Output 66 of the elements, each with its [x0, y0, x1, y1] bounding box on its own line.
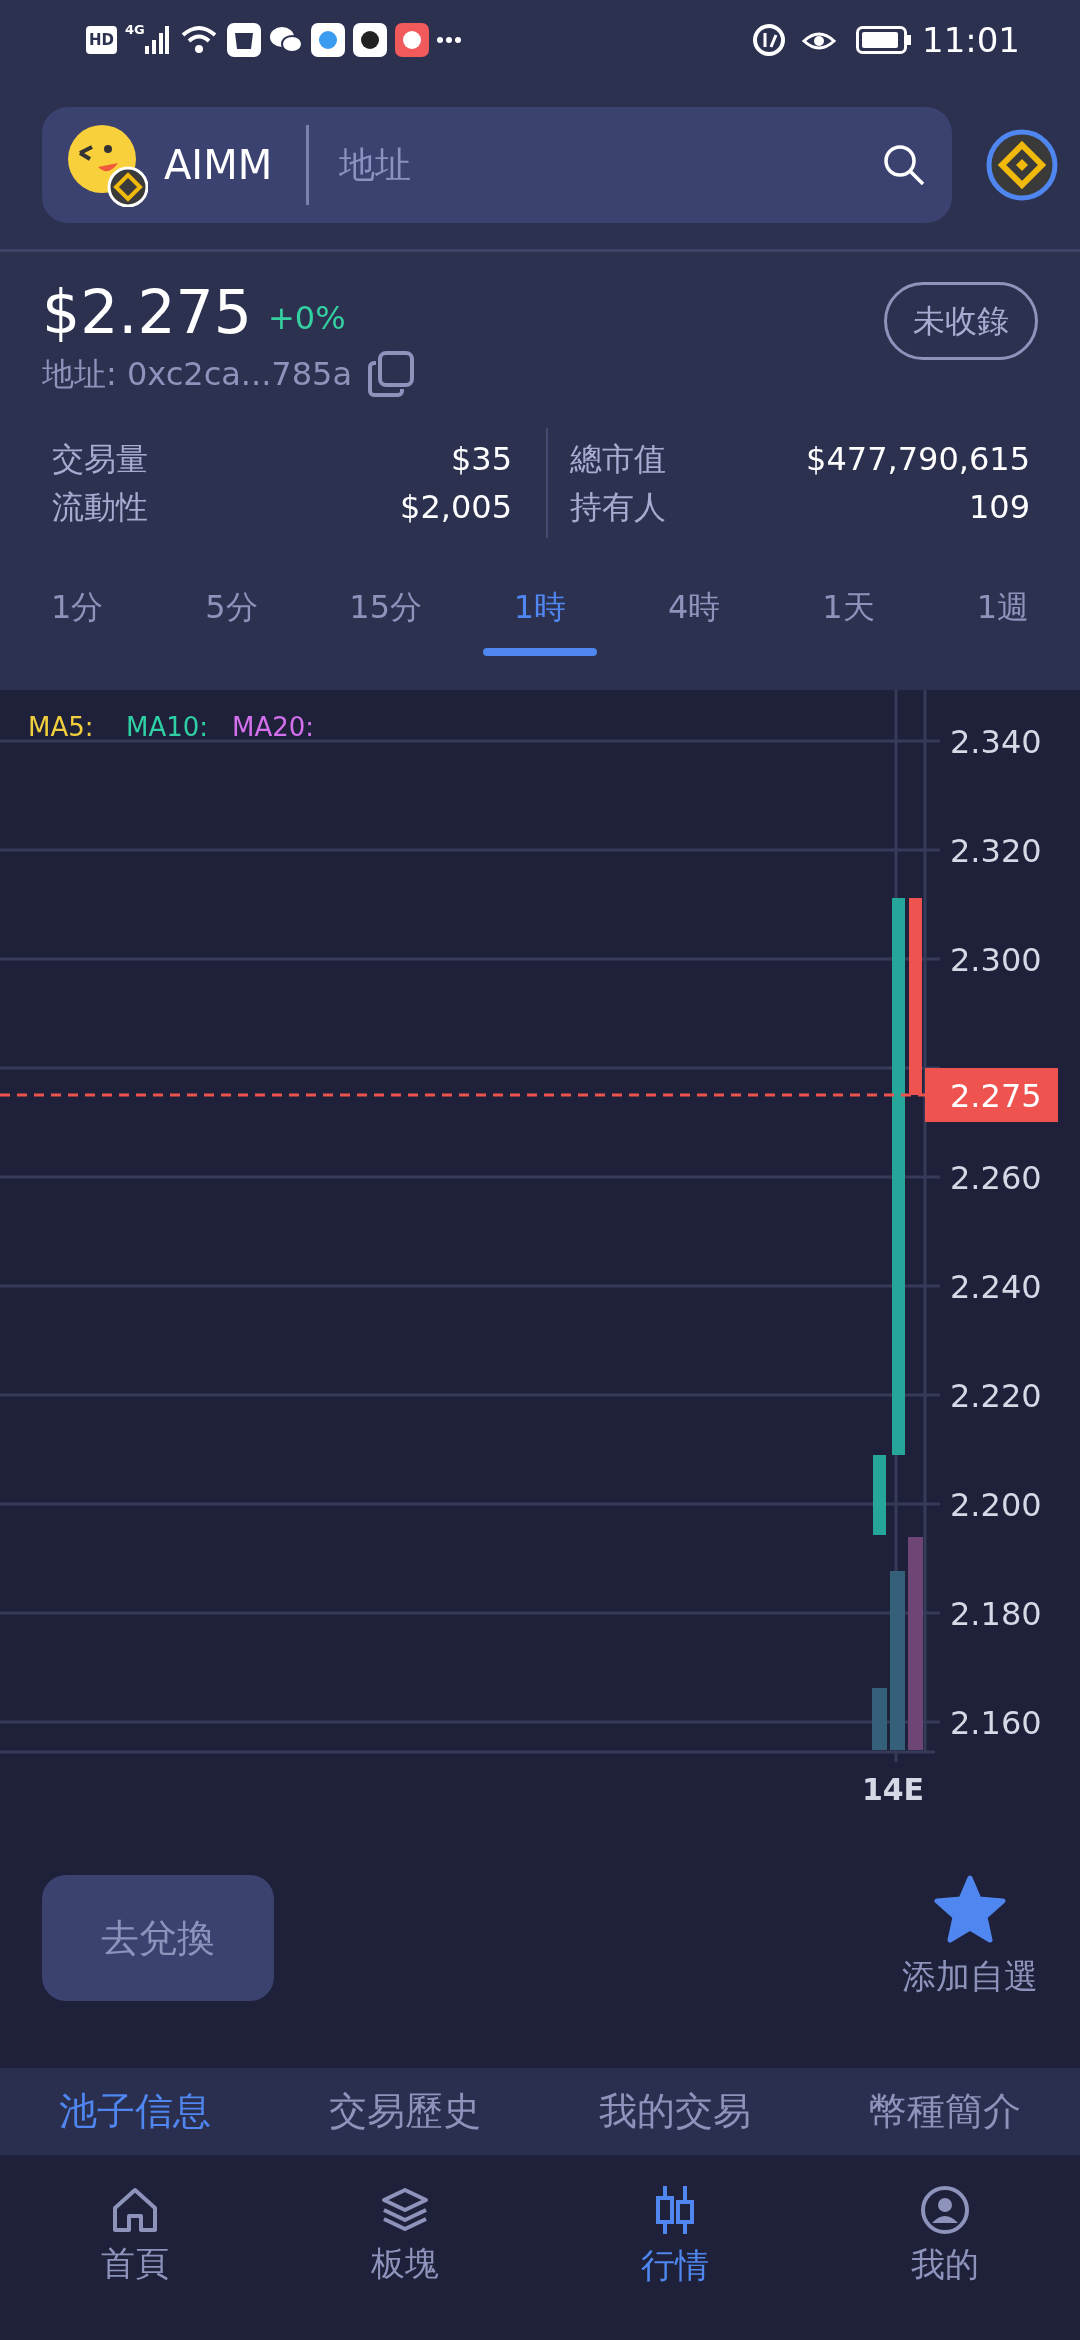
user-icon: [920, 2185, 970, 2235]
data-saver-icon: [752, 23, 786, 57]
price-change: +0%: [267, 298, 346, 339]
interval-tab[interactable]: 1天: [788, 558, 909, 656]
token-name: AIMM: [164, 140, 273, 190]
nav-tab[interactable]: 首頁: [50, 2186, 220, 2289]
app-icon: [310, 23, 345, 57]
stat-value: $35: [450, 439, 512, 480]
app-icon: [394, 23, 429, 57]
moving-average-legend: MA10:: [126, 712, 209, 742]
star-icon: [933, 1875, 1007, 1943]
nav-tab[interactable]: 板塊: [320, 2186, 490, 2289]
unlisted-button[interactable]: 未收錄: [884, 282, 1038, 360]
price-axis-label: 2.300: [950, 941, 1042, 979]
stat-label: 總市值: [570, 439, 666, 480]
price-axis-label: 2.220: [950, 1377, 1042, 1415]
layers-icon: [380, 2186, 430, 2234]
home-icon: [110, 2186, 160, 2234]
nav-tab[interactable]: 行情: [590, 2184, 760, 2291]
interval-tab[interactable]: 15分: [325, 558, 446, 656]
chain-logo-icon[interactable]: [986, 128, 1058, 201]
hd-indicator: HD: [86, 25, 117, 55]
stat-value: 109: [968, 487, 1030, 528]
price-axis-label: 2.260: [950, 1159, 1042, 1197]
price-axis-label: 2.160: [950, 1704, 1042, 1742]
stat-label: 交易量: [52, 439, 148, 480]
stat-value: $2,005: [400, 487, 512, 528]
detail-tab[interactable]: 交易歷史: [329, 2083, 481, 2140]
stat-label: 持有人: [570, 487, 666, 528]
clock-time: 11:01: [922, 18, 1020, 62]
add-to-watchlist-button[interactable]: 添加自選: [902, 1875, 1038, 2002]
moving-average-legend: MA5:: [28, 712, 94, 742]
interval-tab[interactable]: 4時: [634, 558, 755, 656]
moving-average-legend: MA20:: [232, 712, 315, 742]
contract-address: 地址: 0xc2ca...785a: [42, 354, 353, 395]
current-price-label: 2.275: [950, 1077, 1042, 1115]
price-axis-label: 2.240: [950, 1268, 1042, 1306]
detail-tab[interactable]: 幣種簡介: [869, 2083, 1021, 2140]
battery-icon: [856, 26, 912, 54]
swap-button[interactable]: 去兌換: [42, 1875, 274, 2001]
price-axis-label: 2.200: [950, 1486, 1042, 1524]
wifi-icon: [180, 25, 217, 55]
detail-tab[interactable]: 我的交易: [599, 2083, 751, 2140]
more-icon: [436, 37, 461, 43]
interval-tab[interactable]: 1時: [480, 558, 600, 656]
signal-icon: [144, 26, 169, 54]
app-icon: [226, 23, 261, 57]
stat-value: $477,790,615: [806, 439, 1030, 480]
network-type: 4G: [125, 21, 145, 39]
price-axis-label: 2.340: [950, 723, 1042, 761]
time-axis-label: 14E: [861, 1772, 925, 1807]
nav-tab[interactable]: 我的: [860, 2185, 1030, 2290]
interval-tab[interactable]: 1週: [942, 558, 1063, 656]
app-icon: [352, 23, 387, 57]
token-price: $2.275: [42, 282, 252, 342]
address-search-field[interactable]: 地址: [337, 136, 882, 193]
detail-tab[interactable]: 池子信息: [59, 2083, 211, 2140]
search-bar[interactable]: AIMM 地址: [42, 106, 952, 223]
price-axis-label: 2.180: [950, 1595, 1042, 1633]
stat-label: 流動性: [52, 487, 148, 528]
copy-icon[interactable]: [368, 351, 415, 397]
interval-tab[interactable]: 5分: [171, 558, 292, 656]
price-axis-label: 2.320: [950, 832, 1042, 870]
search-icon[interactable]: [882, 142, 926, 187]
token-logo-icon: [68, 122, 148, 207]
interval-tab[interactable]: 1分: [17, 558, 138, 656]
